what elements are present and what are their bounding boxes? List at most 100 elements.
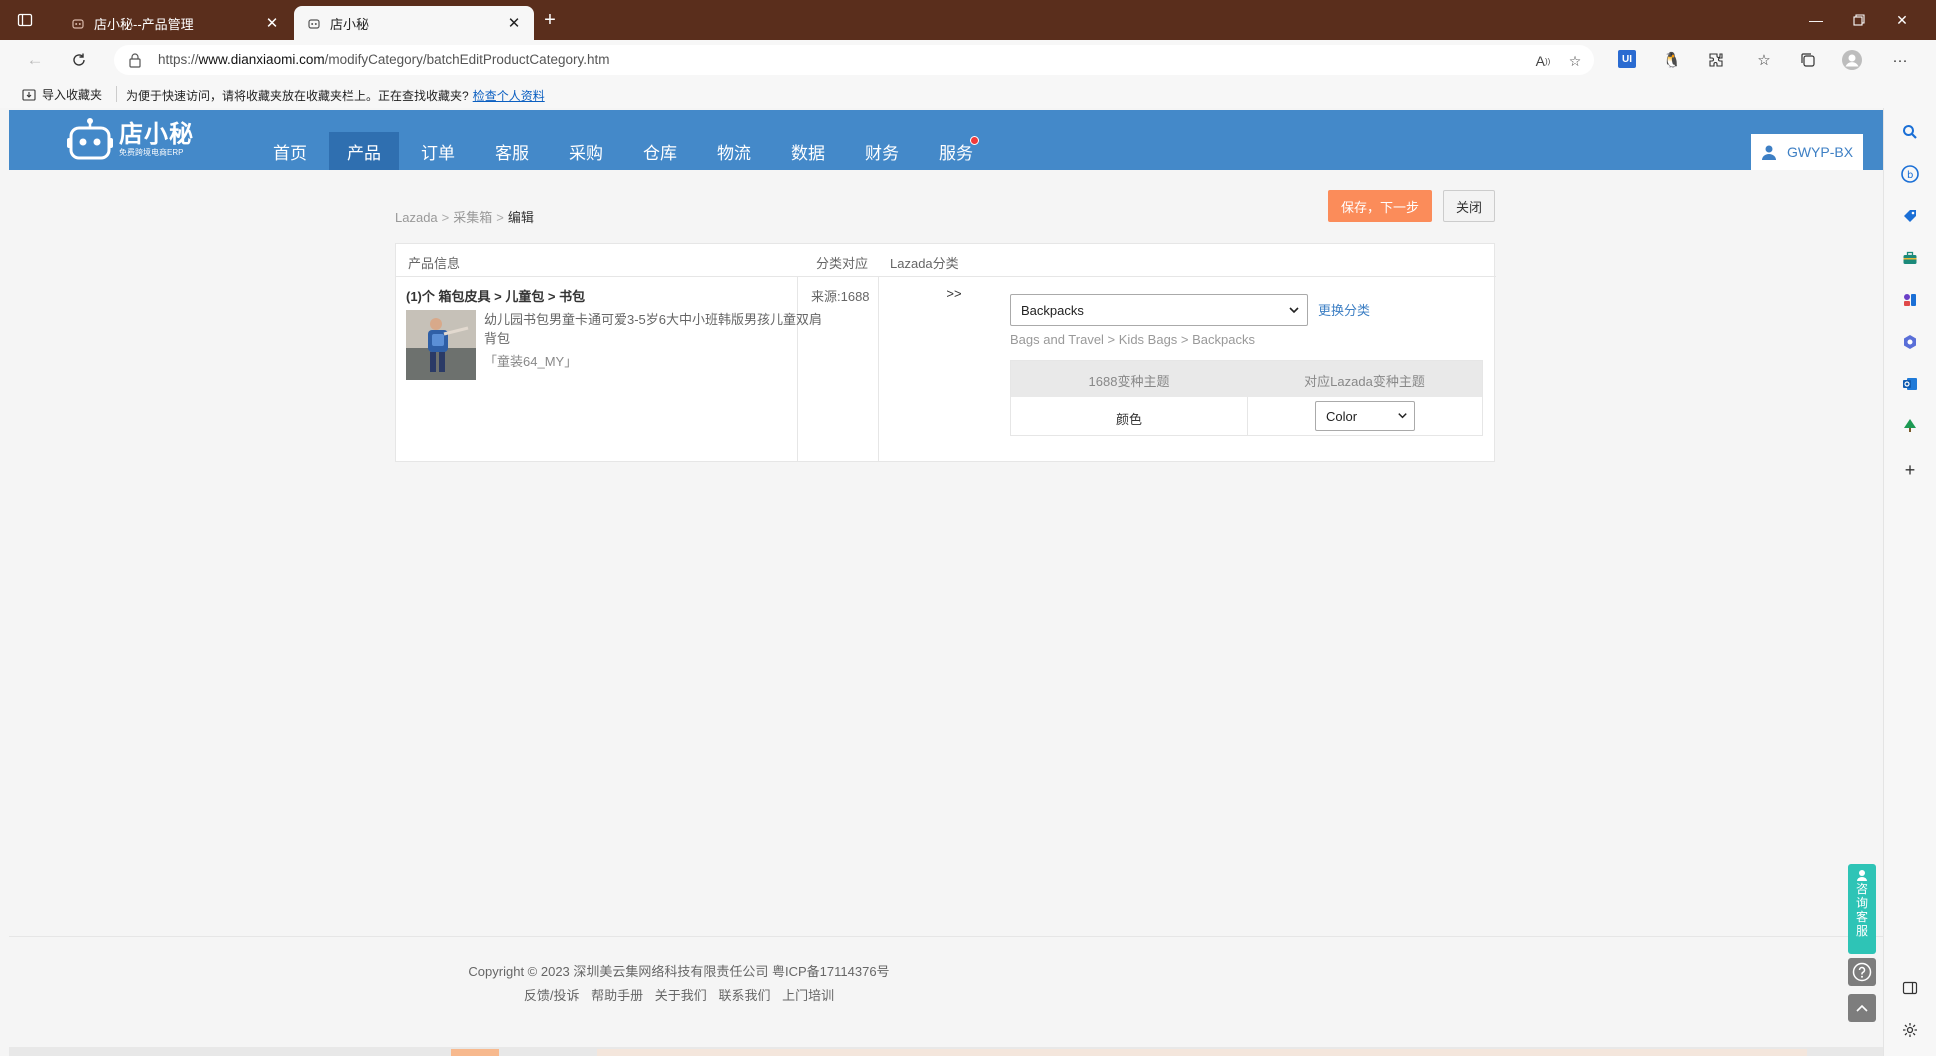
tab-actions-icon[interactable] bbox=[14, 9, 36, 31]
product-sku: 「童装64_MY」 bbox=[484, 354, 578, 369]
page-footer: Copyright © 2023 深圳美云集网络科技有限责任公司 粤ICP备17… bbox=[9, 936, 1883, 1036]
collections-icon[interactable] bbox=[1798, 50, 1818, 70]
profile-avatar-icon[interactable] bbox=[1842, 50, 1862, 70]
breadcrumb-collection-box[interactable]: 采集箱 bbox=[453, 210, 492, 225]
scrollbar-thumb[interactable] bbox=[597, 1049, 1807, 1056]
restore-icon[interactable] bbox=[1849, 10, 1869, 30]
footer-link-contact[interactable]: 联系我们 bbox=[718, 988, 770, 1003]
back-to-top-icon[interactable] bbox=[1848, 994, 1876, 1022]
lazada-variant-theme-select[interactable]: Color bbox=[1315, 401, 1415, 431]
games-icon[interactable] bbox=[1900, 290, 1920, 310]
search-icon[interactable] bbox=[1900, 122, 1920, 142]
favbar-divider bbox=[116, 86, 117, 102]
read-aloud-icon[interactable]: A)) bbox=[1534, 52, 1552, 70]
lazada-variant-theme-value: Color bbox=[1326, 408, 1358, 424]
extension-bird-icon[interactable]: 🐧 bbox=[1662, 50, 1682, 70]
window-close-icon[interactable]: ✕ bbox=[1892, 10, 1912, 30]
breadcrumb-lazada[interactable]: Lazada bbox=[395, 210, 438, 225]
product-source: 来源:1688 bbox=[811, 289, 870, 304]
username: GWYP-BX bbox=[1786, 144, 1854, 160]
app-header: 店小秘 免费跨境电商ERP 首页 产品 订单 客服 采购 仓库 物流 数据 财务… bbox=[9, 110, 1883, 170]
product-thumbnail[interactable] bbox=[406, 310, 476, 380]
nav-orders[interactable]: 订单 bbox=[403, 132, 473, 170]
footer-link-feedback[interactable]: 反馈/投诉 bbox=[524, 988, 580, 1003]
extensions-icon[interactable] bbox=[1706, 50, 1726, 70]
back-icon[interactable]: ← bbox=[24, 49, 46, 71]
variant-theme-table: 1688变种主题 对应Lazada变种主题 颜色 Color bbox=[1010, 360, 1483, 436]
close-icon[interactable]: ✕ bbox=[264, 15, 280, 32]
breadcrumb-separator: > bbox=[441, 210, 450, 225]
nav-customer-service[interactable]: 客服 bbox=[477, 132, 547, 170]
nav-services[interactable]: 服务 bbox=[921, 132, 991, 170]
import-favorites-button[interactable]: 导入收藏夹 bbox=[22, 86, 102, 103]
change-category-link[interactable]: 更换分类 bbox=[1318, 300, 1370, 319]
nav-home[interactable]: 首页 bbox=[255, 132, 325, 170]
close-icon[interactable]: ✕ bbox=[506, 15, 522, 32]
dianxiaomi-logo[interactable]: 店小秘 免费跨境电商ERP bbox=[67, 118, 194, 162]
breadcrumb: Lazada > 采集箱 > 编辑 bbox=[395, 207, 534, 226]
user-icon bbox=[1761, 145, 1776, 160]
browser-tab-dianxiaomi[interactable]: 店小秘 ✕ bbox=[294, 6, 534, 40]
header-lazada-variant-theme: 对应Lazada变种主题 bbox=[1304, 374, 1425, 389]
settings-gear-icon[interactable] bbox=[1900, 1020, 1920, 1040]
breadcrumb-separator: > bbox=[496, 210, 504, 225]
microsoft-365-icon[interactable] bbox=[1900, 332, 1920, 352]
more-menu-icon[interactable]: ··· bbox=[1890, 50, 1910, 70]
panel-header: 产品信息 分类对应 Lazada分类 bbox=[396, 244, 1496, 277]
variant-table-header: 1688变种主题 对应Lazada变种主题 bbox=[1011, 361, 1482, 397]
nav-purchasing[interactable]: 采购 bbox=[551, 132, 621, 170]
favorites-icon[interactable]: ☆ bbox=[1754, 50, 1774, 70]
service-char: 客 bbox=[1855, 910, 1868, 924]
minimize-icon[interactable]: — bbox=[1806, 10, 1826, 30]
footer-link-help[interactable]: 帮助手册 bbox=[591, 988, 643, 1003]
chevron-down-icon bbox=[1289, 307, 1299, 314]
nav-products[interactable]: 产品 bbox=[329, 132, 399, 170]
footer-link-about[interactable]: 关于我们 bbox=[655, 988, 707, 1003]
bing-chat-icon[interactable]: b bbox=[1900, 164, 1920, 184]
header-1688-variant-theme: 1688变种主题 bbox=[1088, 374, 1170, 389]
url-text: https://www.dianxiaomi.com/modifyCategor… bbox=[158, 52, 610, 67]
refresh-icon[interactable] bbox=[68, 49, 90, 71]
add-favorite-icon[interactable]: ☆ bbox=[1566, 52, 1584, 70]
lazada-category-value: Backpacks bbox=[1021, 302, 1084, 318]
check-profile-link[interactable]: 检查个人资料 bbox=[473, 89, 545, 103]
new-tab-icon[interactable]: + bbox=[540, 10, 560, 31]
scrollbar-segment bbox=[451, 1049, 499, 1056]
product-name: 幼儿园书包男童卡通可爱3-5岁6大中小班韩版男孩儿童双肩背包 bbox=[484, 312, 823, 346]
lazada-category-select[interactable]: Backpacks bbox=[1010, 294, 1308, 326]
robot-favicon-icon bbox=[70, 15, 86, 31]
shopping-tag-icon[interactable] bbox=[1900, 206, 1920, 226]
save-next-button[interactable]: 保存，下一步 bbox=[1328, 190, 1432, 222]
drop-tree-icon[interactable] bbox=[1900, 416, 1920, 436]
column-divider bbox=[878, 277, 879, 462]
footer-link-training[interactable]: 上门培训 bbox=[782, 988, 834, 1003]
help-question-icon[interactable] bbox=[1848, 958, 1876, 986]
category-mapping-panel: 产品信息 分类对应 Lazada分类 (1)个 箱包皮具 > 儿童包 > 书包 … bbox=[395, 243, 1496, 462]
outlook-icon[interactable] bbox=[1900, 374, 1920, 394]
hide-sidebar-icon[interactable] bbox=[1900, 978, 1920, 998]
nav-finance[interactable]: 财务 bbox=[847, 132, 917, 170]
close-button[interactable]: 关闭 bbox=[1443, 190, 1495, 222]
add-sidebar-app-icon[interactable]: + bbox=[1900, 460, 1920, 480]
nav-data[interactable]: 数据 bbox=[773, 132, 843, 170]
tools-briefcase-icon[interactable] bbox=[1900, 248, 1920, 268]
browser-tab-product-management[interactable]: 店小秘--产品管理 ✕ bbox=[58, 6, 292, 40]
browser-titlebar: 店小秘--产品管理 ✕ 店小秘 ✕ + — ✕ bbox=[0, 0, 1936, 40]
header-lazada-category: Lazada分类 bbox=[890, 256, 959, 271]
service-char: 咨 bbox=[1855, 882, 1868, 896]
nav-logistics[interactable]: 物流 bbox=[699, 132, 769, 170]
consult-service-button[interactable]: 咨 询 客 服 bbox=[1848, 864, 1876, 954]
horizontal-scrollbar[interactable] bbox=[9, 1047, 1883, 1056]
extension-ui-icon[interactable]: UI bbox=[1618, 50, 1636, 68]
favorites-bar: 导入收藏夹 为便于快速访问，请将收藏夹放在收藏夹栏上。正在查找收藏夹? 检查个人资… bbox=[0, 80, 1936, 108]
nav-warehouse[interactable]: 仓库 bbox=[625, 132, 695, 170]
lock-icon[interactable] bbox=[128, 52, 144, 68]
lazada-category-path: Bags and Travel > Kids Bags > Backpacks bbox=[1010, 332, 1255, 347]
service-char: 询 bbox=[1855, 896, 1868, 910]
page-content: 店小秘 免费跨境电商ERP 首页 产品 订单 客服 采购 仓库 物流 数据 财务… bbox=[9, 110, 1883, 1056]
service-char: 服 bbox=[1855, 924, 1868, 938]
user-menu[interactable]: GWYP-BX bbox=[1751, 134, 1863, 170]
footer-links: 反馈/投诉 帮助手册 关于我们 联系我们 上门培训 bbox=[9, 985, 1349, 1004]
url-field[interactable]: https://www.dianxiaomi.com/modifyCategor… bbox=[114, 45, 1594, 75]
robot-logo-icon bbox=[67, 118, 113, 160]
